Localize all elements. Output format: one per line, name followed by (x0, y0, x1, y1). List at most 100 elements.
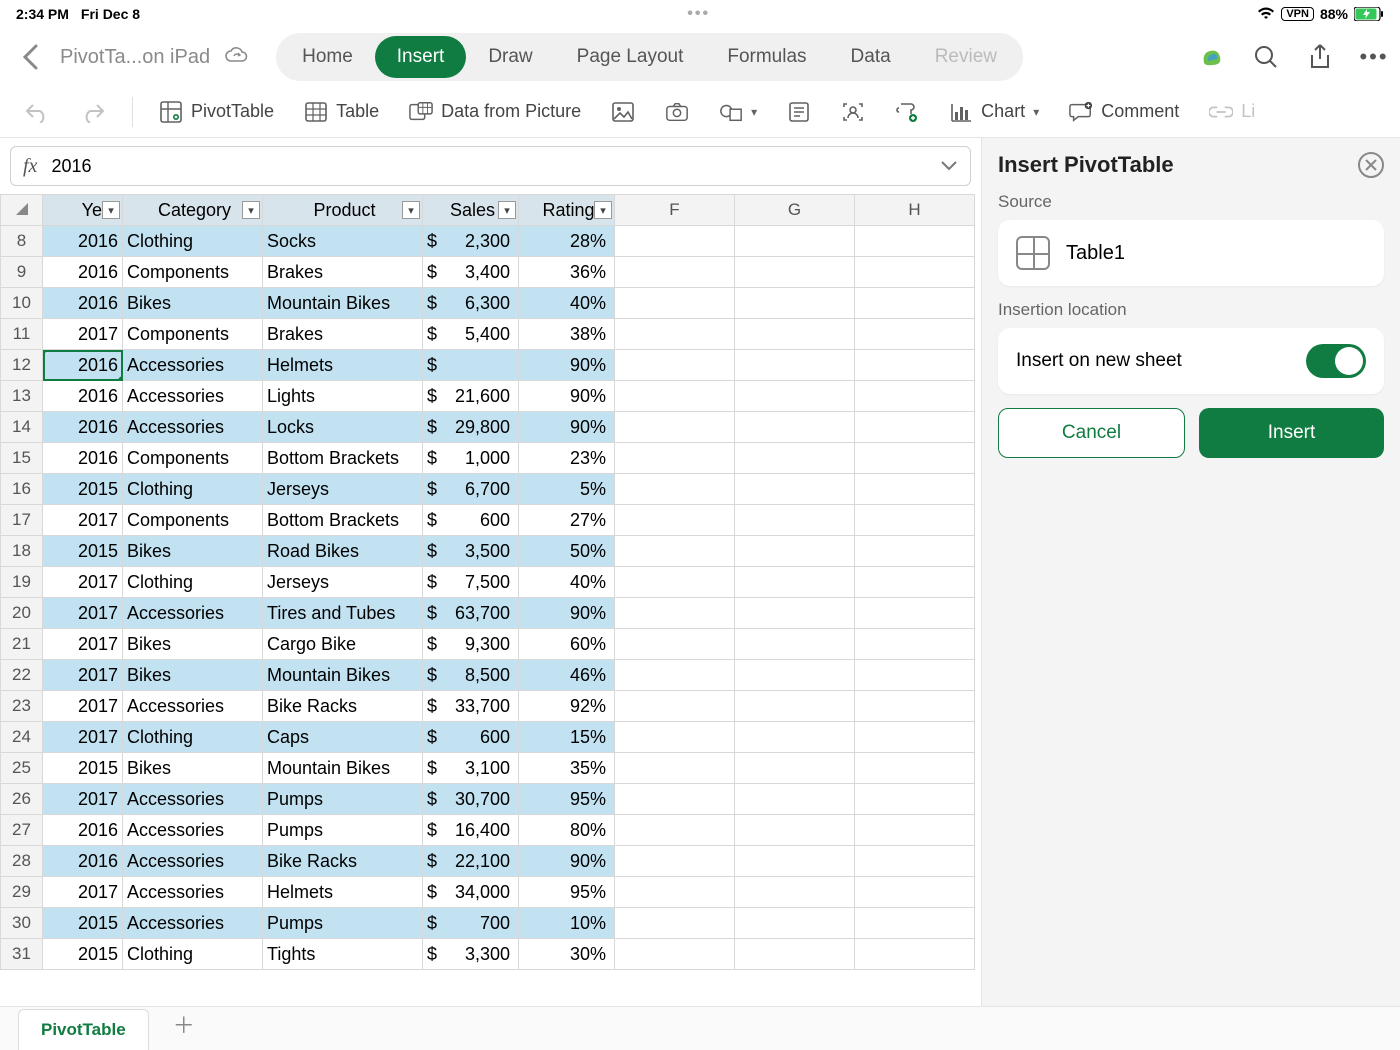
cell-year[interactable]: 2016 (43, 257, 123, 288)
cell-year[interactable]: 2017 (43, 691, 123, 722)
cell-sales[interactable]: $29,800 (423, 412, 519, 443)
cell-year[interactable]: 2015 (43, 474, 123, 505)
table-row[interactable]: 302015AccessoriesPumps$70010% (1, 908, 975, 939)
cell-rating[interactable]: 95% (519, 877, 615, 908)
table-row[interactable]: 222017BikesMountain Bikes$8,50046% (1, 660, 975, 691)
tab-formulas[interactable]: Formulas (705, 36, 828, 78)
cell-sales[interactable]: $3,500 (423, 536, 519, 567)
cell-product[interactable]: Tires and Tubes (263, 598, 423, 629)
table-row[interactable]: 112017ComponentsBrakes$5,40038% (1, 319, 975, 350)
col-header-year[interactable]: Year▾ (43, 195, 123, 226)
row-header[interactable]: 20 (1, 598, 43, 629)
col-header-product[interactable]: Product▾ (263, 195, 423, 226)
row-header[interactable]: 24 (1, 722, 43, 753)
cell-sales[interactable]: $1,000 (423, 443, 519, 474)
cell-empty[interactable] (735, 505, 855, 536)
cell-sales[interactable]: $3,400 (423, 257, 519, 288)
cell-category[interactable]: Components (123, 319, 263, 350)
cell-empty[interactable] (615, 412, 735, 443)
cell-rating[interactable]: 90% (519, 598, 615, 629)
cell-rating[interactable]: 15% (519, 722, 615, 753)
cell-empty[interactable] (615, 939, 735, 970)
row-header[interactable]: 11 (1, 319, 43, 350)
cell-sales[interactable]: $63,700 (423, 598, 519, 629)
cell-empty[interactable] (855, 505, 975, 536)
cell-category[interactable]: Accessories (123, 846, 263, 877)
cell-empty[interactable] (855, 381, 975, 412)
cell-category[interactable]: Accessories (123, 691, 263, 722)
col-header-sales[interactable]: Sales▾ (423, 195, 519, 226)
table-row[interactable]: 92016ComponentsBrakes$3,40036% (1, 257, 975, 288)
cell-category[interactable]: Clothing (123, 474, 263, 505)
filter-dropdown-icon[interactable]: ▾ (242, 201, 260, 219)
people-button[interactable] (831, 94, 875, 130)
cell-empty[interactable] (735, 381, 855, 412)
cell-empty[interactable] (735, 474, 855, 505)
row-header[interactable]: 17 (1, 505, 43, 536)
cell-product[interactable]: Road Bikes (263, 536, 423, 567)
row-header[interactable]: 31 (1, 939, 43, 970)
cell-empty[interactable] (735, 753, 855, 784)
cell-empty[interactable] (615, 908, 735, 939)
cell-category[interactable]: Bikes (123, 536, 263, 567)
cell-category[interactable]: Accessories (123, 815, 263, 846)
chart-button[interactable]: Chart ▾ (939, 94, 1049, 130)
cell-year[interactable]: 2017 (43, 567, 123, 598)
cell-empty[interactable] (735, 412, 855, 443)
cell-empty[interactable] (855, 567, 975, 598)
cell-empty[interactable] (855, 629, 975, 660)
cell-sales[interactable]: $600 (423, 722, 519, 753)
cell-rating[interactable]: 92% (519, 691, 615, 722)
cell-category[interactable]: Accessories (123, 350, 263, 381)
tab-page-layout[interactable]: Page Layout (555, 36, 706, 78)
cell-sales[interactable]: $8,500 (423, 660, 519, 691)
cell-sales[interactable]: $33,700 (423, 691, 519, 722)
cell-rating[interactable]: 10% (519, 908, 615, 939)
cell-empty[interactable] (735, 722, 855, 753)
cell-sales[interactable]: $3,100 (423, 753, 519, 784)
table-row[interactable]: 162015ClothingJerseys$6,7005% (1, 474, 975, 505)
table-row[interactable]: 172017ComponentsBottom Brackets$60027% (1, 505, 975, 536)
cell-year[interactable]: 2017 (43, 722, 123, 753)
cell-category[interactable]: Accessories (123, 784, 263, 815)
copilot-icon[interactable] (1198, 43, 1226, 71)
cell-rating[interactable]: 35% (519, 753, 615, 784)
cell-year[interactable]: 2016 (43, 288, 123, 319)
cell-empty[interactable] (615, 319, 735, 350)
cell-empty[interactable] (615, 598, 735, 629)
cell-empty[interactable] (735, 536, 855, 567)
cell-empty[interactable] (855, 226, 975, 257)
cell-sales[interactable]: $22,100 (423, 846, 519, 877)
select-all-corner[interactable] (1, 195, 43, 226)
more-icon[interactable]: ••• (1360, 43, 1388, 71)
table-row[interactable]: 292017AccessoriesHelmets$34,00095% (1, 877, 975, 908)
cell-sales[interactable]: $2,300 (423, 226, 519, 257)
cell-rating[interactable]: 95% (519, 784, 615, 815)
cell-empty[interactable] (735, 691, 855, 722)
tab-review[interactable]: Review (913, 36, 1019, 78)
tab-home[interactable]: Home (280, 36, 375, 78)
tab-data[interactable]: Data (829, 36, 913, 78)
cell-empty[interactable] (855, 350, 975, 381)
cell-sales[interactable]: $34,000 (423, 877, 519, 908)
addin-button[interactable] (885, 94, 929, 130)
cell-empty[interactable] (855, 660, 975, 691)
cell-year[interactable]: 2015 (43, 536, 123, 567)
cell-product[interactable]: Caps (263, 722, 423, 753)
table-row[interactable]: 262017AccessoriesPumps$30,70095% (1, 784, 975, 815)
row-header[interactable]: 16 (1, 474, 43, 505)
table-row[interactable]: 312015ClothingTights$3,30030% (1, 939, 975, 970)
source-card[interactable]: Table1 (998, 220, 1384, 286)
cell-year[interactable]: 2016 (43, 815, 123, 846)
cell-category[interactable]: Accessories (123, 877, 263, 908)
col-header-F[interactable]: F (615, 195, 735, 226)
filter-dropdown-icon[interactable]: ▾ (498, 201, 516, 219)
cell-empty[interactable] (615, 660, 735, 691)
cell-empty[interactable] (855, 598, 975, 629)
cell-empty[interactable] (615, 505, 735, 536)
cell-year[interactable]: 2017 (43, 319, 123, 350)
cell-product[interactable]: Helmets (263, 877, 423, 908)
filter-dropdown-icon[interactable]: ▾ (102, 201, 120, 219)
cell-sales[interactable]: $6,300 (423, 288, 519, 319)
cell-product[interactable]: Brakes (263, 319, 423, 350)
